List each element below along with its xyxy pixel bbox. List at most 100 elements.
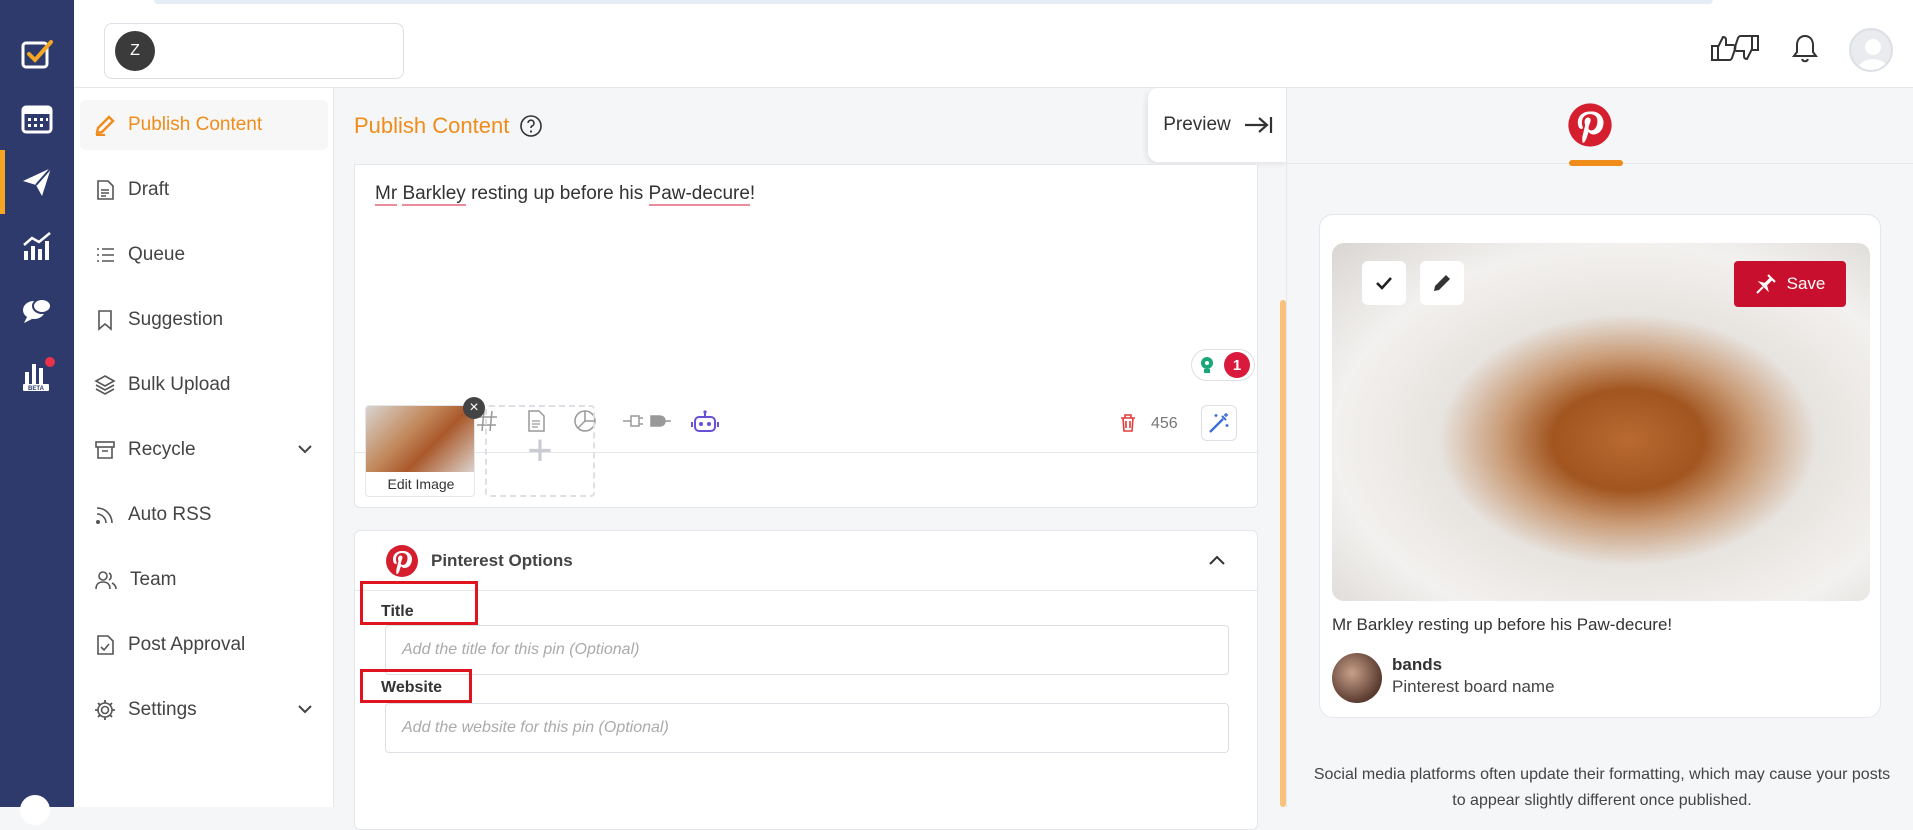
user-avatar[interactable] xyxy=(1849,28,1893,72)
preview-label: Preview xyxy=(1163,114,1231,135)
board-name: bands xyxy=(1392,655,1443,674)
nav-label: Draft xyxy=(128,179,170,200)
publish-icon[interactable] xyxy=(0,150,74,214)
pin-website-input[interactable]: Add the website for this pin (Optional) xyxy=(385,703,1229,753)
topbar-actions xyxy=(1709,28,1893,72)
svg-text:BETA: BETA xyxy=(28,386,45,392)
workspace-avatar: Z xyxy=(115,31,155,71)
nav-label: Bulk Upload xyxy=(128,374,231,395)
spell-flag: Barkley xyxy=(402,183,466,206)
help-widget-button[interactable] xyxy=(20,795,50,825)
plugin-connector-icon[interactable] xyxy=(621,409,673,433)
select-pin-button[interactable] xyxy=(1362,261,1406,305)
workspace-switcher[interactable]: Z xyxy=(104,23,404,79)
nav-label: Queue xyxy=(128,244,186,265)
nav-suggestion[interactable]: Suggestion xyxy=(80,295,328,345)
active-tab-indicator xyxy=(1569,160,1623,166)
pencil-icon xyxy=(1434,275,1450,291)
help-icon[interactable] xyxy=(519,114,543,138)
edit-image-label[interactable]: Edit Image xyxy=(366,472,474,492)
chevron-up-icon[interactable] xyxy=(1207,551,1227,571)
pin-caption: Mr Barkley resting up before his Paw-dec… xyxy=(1332,615,1673,634)
inbox-icon[interactable] xyxy=(0,278,74,342)
pencil-icon xyxy=(95,115,115,136)
check-icon xyxy=(1376,277,1392,290)
composer-area: Publish Content Preview Mr Barkley resti… xyxy=(334,88,1288,830)
chevron-down-icon[interactable] xyxy=(296,700,314,718)
layers-icon xyxy=(94,375,116,395)
nav-settings[interactable]: Settings xyxy=(80,685,328,735)
nav-queue[interactable]: Queue xyxy=(80,230,328,280)
edit-pin-button[interactable] xyxy=(1420,261,1464,305)
preview-toggle-button[interactable]: Preview xyxy=(1148,88,1288,162)
nav-label: Suggestion xyxy=(128,309,224,330)
users-icon xyxy=(95,571,117,590)
bell-icon[interactable] xyxy=(1791,33,1819,68)
add-media-button[interactable]: + xyxy=(485,405,595,497)
spell-flag: Paw-decure xyxy=(648,183,750,206)
board-subtitle: Pinterest board name xyxy=(1392,677,1555,696)
remove-media-button[interactable]: × xyxy=(463,397,485,419)
pinterest-options-header[interactable]: Pinterest Options xyxy=(355,531,1257,591)
highlight-box xyxy=(360,581,478,625)
pin-save-button[interactable]: Save xyxy=(1734,261,1846,307)
website-label: Website xyxy=(381,679,443,696)
nav-label: Recycle xyxy=(128,439,196,460)
issue-count: 1 xyxy=(1224,352,1250,378)
text-segment: resting up before his xyxy=(465,183,649,204)
pin-preview-card: Save Mr Barkley resting up before his Pa… xyxy=(1319,214,1881,718)
side-nav: Publish Content Draft Queue Suggestion B… xyxy=(74,88,334,807)
page-title: Publish Content xyxy=(354,113,510,138)
composer-editor[interactable]: Mr Barkley resting up before his Paw-dec… xyxy=(354,164,1258,508)
planner-icon[interactable] xyxy=(0,86,74,150)
title-label: Title xyxy=(381,603,414,620)
nav-label: Auto RSS xyxy=(128,504,212,525)
ai-robot-icon[interactable] xyxy=(691,409,719,435)
reports-beta-icon[interactable]: BETA xyxy=(0,342,74,406)
pin-icon xyxy=(1755,274,1776,294)
magic-wand-button[interactable] xyxy=(1201,405,1237,441)
nav-label: Post Approval xyxy=(128,634,246,655)
pinterest-tab-icon[interactable] xyxy=(1567,102,1613,148)
logo-icon[interactable] xyxy=(0,22,74,86)
nav-label: Team xyxy=(130,569,177,590)
nav-auto-rss[interactable]: Auto RSS xyxy=(80,490,328,540)
text-segment: ! xyxy=(749,183,756,204)
post-text[interactable]: Mr Barkley resting up before his Paw-dec… xyxy=(375,183,756,206)
spell-flag: Mr xyxy=(375,183,398,206)
pinterest-options-panel: Pinterest Options Title Add the title fo… xyxy=(354,530,1258,830)
magic-wand-icon xyxy=(1209,413,1229,433)
analytics-icon[interactable] xyxy=(0,214,74,278)
grammar-check-badge[interactable]: 1 xyxy=(1191,349,1255,381)
list-icon xyxy=(97,248,114,262)
preview-pane: Save Mr Barkley resting up before his Pa… xyxy=(1286,88,1913,809)
composer-header: Publish Content Preview xyxy=(334,88,1288,164)
icon-rail: BETA xyxy=(0,0,74,807)
nav-publish-content[interactable]: Publish Content xyxy=(80,100,328,150)
pinterest-icon xyxy=(386,544,418,577)
feedback-thumbs-icon[interactable] xyxy=(1709,33,1761,68)
nav-recycle[interactable]: Recycle xyxy=(80,425,328,475)
nav-draft[interactable]: Draft xyxy=(80,165,328,215)
trash-icon[interactable] xyxy=(1119,413,1137,433)
archive-icon xyxy=(95,441,115,459)
gear-icon xyxy=(95,700,115,720)
pin-image: Save xyxy=(1332,243,1870,601)
chevron-down-icon[interactable] xyxy=(296,440,314,458)
bookmark-icon xyxy=(98,310,112,331)
nav-team[interactable]: Team xyxy=(80,555,328,605)
dog-thumbnail-image xyxy=(366,406,474,472)
preview-platform-tabs xyxy=(1287,88,1913,166)
nav-bulk-upload[interactable]: Bulk Upload xyxy=(80,360,328,410)
collapse-right-icon xyxy=(1244,117,1272,133)
rss-icon xyxy=(96,507,113,524)
document-icon xyxy=(97,180,114,200)
preview-disclaimer: Social media platforms often update thei… xyxy=(1313,766,1891,809)
character-count: 456 xyxy=(1151,415,1178,432)
pin-title-input[interactable]: Add the title for this pin (Optional) xyxy=(385,625,1229,675)
save-label: Save xyxy=(1786,274,1826,293)
nav-post-approval[interactable]: Post Approval xyxy=(80,620,328,670)
media-thumbnail[interactable]: Edit Image xyxy=(365,405,475,497)
pinterest-options-title: Pinterest Options xyxy=(431,550,573,570)
nav-label: Publish Content xyxy=(128,114,263,135)
